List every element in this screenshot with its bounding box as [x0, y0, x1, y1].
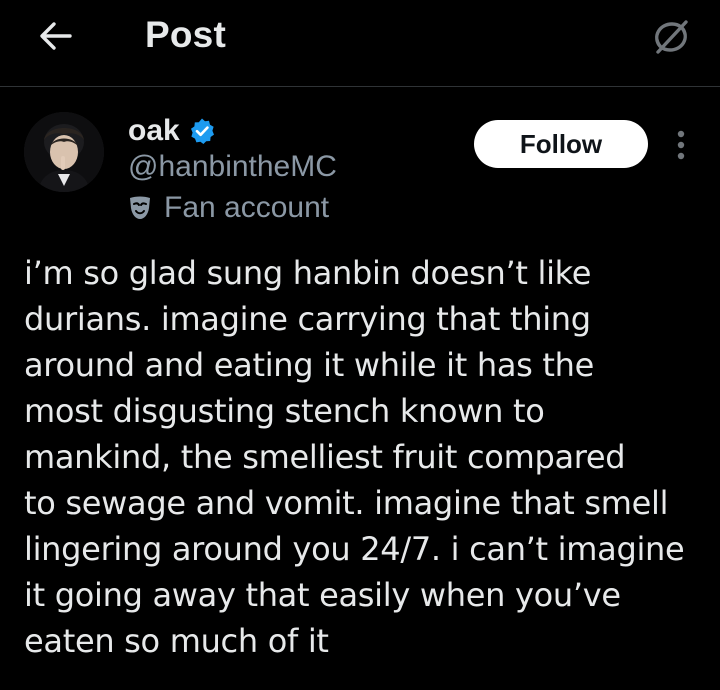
avatar-photo	[24, 112, 104, 192]
grok-icon	[655, 20, 688, 54]
arrow-left-icon	[40, 22, 72, 50]
page-title: Post	[145, 14, 226, 55]
grok-button[interactable]	[646, 12, 696, 62]
top-app-bar: Post	[0, 0, 720, 87]
author-display-name[interactable]: oak	[128, 114, 180, 148]
more-options-button[interactable]	[664, 124, 698, 166]
author-handle[interactable]: @hanbintheMC	[128, 150, 337, 184]
more-vertical-icon	[677, 130, 685, 160]
verified-badge-icon	[190, 118, 214, 144]
automated-label-row: Fan account	[128, 190, 329, 226]
follow-button[interactable]: Follow	[474, 120, 648, 168]
account-label-text: Fan account	[164, 191, 330, 224]
mask-icon	[130, 196, 150, 219]
author-name-row: oak	[128, 112, 216, 150]
back-button[interactable]	[30, 10, 82, 62]
post-text: i’m so glad sung hanbin doesn’t like dur…	[24, 254, 685, 660]
author-avatar[interactable]	[24, 112, 104, 192]
